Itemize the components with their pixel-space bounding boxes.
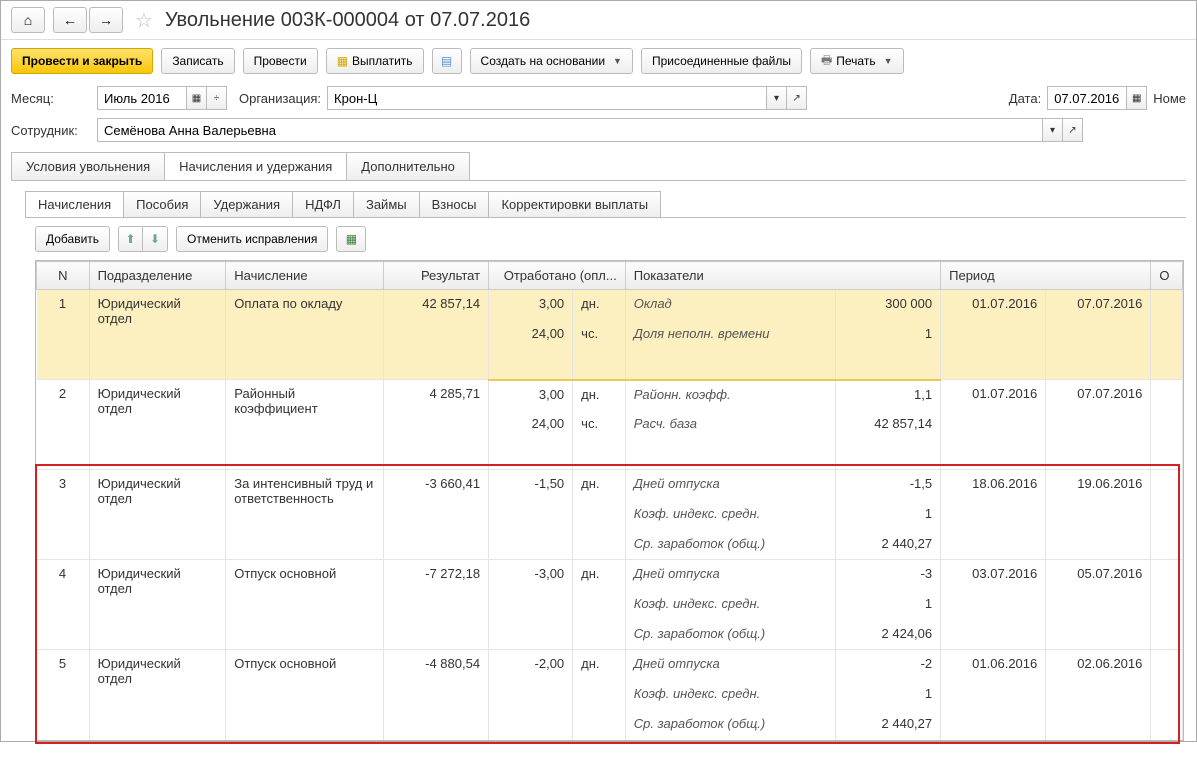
forward-button[interactable]: → bbox=[89, 7, 123, 33]
subtab-benefits[interactable]: Пособия bbox=[123, 191, 201, 217]
attachments-button[interactable]: Присоединенные файлы bbox=[641, 48, 802, 74]
org-label: Организация: bbox=[239, 91, 321, 106]
org-open-icon[interactable]: ↗ bbox=[787, 86, 807, 110]
date-label: Дата: bbox=[1009, 91, 1041, 106]
month-input[interactable] bbox=[97, 86, 187, 110]
org-dropdown-icon[interactable]: ▾ bbox=[767, 86, 787, 110]
subtab-payment-corrections[interactable]: Корректировки выплаты bbox=[488, 191, 661, 217]
home-button[interactable]: ⌂ bbox=[11, 7, 45, 33]
col-worked[interactable]: Отработано (опл... bbox=[489, 262, 626, 290]
number-label: Номе bbox=[1153, 91, 1186, 106]
employee-input[interactable] bbox=[97, 118, 1043, 142]
tab-dismissal-conditions[interactable]: Условия увольнения bbox=[11, 152, 165, 180]
employee-dropdown-icon[interactable]: ▾ bbox=[1043, 118, 1063, 142]
org-input[interactable] bbox=[327, 86, 767, 110]
tab-additional[interactable]: Дополнительно bbox=[346, 152, 470, 180]
subtab-deductions[interactable]: Удержания bbox=[200, 191, 293, 217]
cancel-corrections-button[interactable]: Отменить исправления bbox=[176, 226, 328, 252]
table-row[interactable]: 1Юридический отделОплата по окладу42 857… bbox=[37, 290, 1183, 320]
col-last[interactable]: О bbox=[1151, 262, 1183, 290]
page-title: Увольнение 003К-000004 от 07.07.2016 bbox=[165, 9, 530, 32]
print-button[interactable]: 🖶Печать▼ bbox=[810, 48, 904, 74]
month-picker-icon[interactable]: ▦ bbox=[187, 86, 207, 110]
main-tabs: Условия увольнения Начисления и удержани… bbox=[11, 152, 1186, 180]
table-row[interactable]: 5Юридический отделОтпуск основной-4 880,… bbox=[37, 650, 1183, 680]
tab-accruals-deductions[interactable]: Начисления и удержания bbox=[164, 152, 347, 180]
subtab-loans[interactable]: Займы bbox=[353, 191, 420, 217]
col-period[interactable]: Период bbox=[941, 262, 1151, 290]
col-department[interactable]: Подразделение bbox=[89, 262, 226, 290]
employee-label: Сотрудник: bbox=[11, 123, 91, 138]
show-details-button[interactable]: ▦ bbox=[336, 226, 366, 252]
create-based-button[interactable]: Создать на основании▼ bbox=[470, 48, 633, 74]
titlebar: ⌂ ← → ☆ Увольнение 003К-000004 от 07.07.… bbox=[1, 1, 1196, 40]
subtab-ndfl[interactable]: НДФЛ bbox=[292, 191, 354, 217]
sub-tabs: Начисления Пособия Удержания НДФЛ Займы … bbox=[25, 191, 1186, 217]
employee-open-icon[interactable]: ↗ bbox=[1063, 118, 1083, 142]
date-input[interactable] bbox=[1047, 86, 1127, 110]
col-result[interactable]: Результат bbox=[383, 262, 488, 290]
month-spinner-icon[interactable]: ÷ bbox=[207, 86, 227, 110]
move-down-button[interactable]: ⬇ bbox=[143, 227, 167, 251]
list-button[interactable]: ▤ bbox=[432, 48, 462, 74]
pay-button[interactable]: ▦Выплатить bbox=[326, 48, 424, 74]
table-row[interactable]: 4Юридический отделОтпуск основной-7 272,… bbox=[37, 560, 1183, 590]
col-accrual[interactable]: Начисление bbox=[226, 262, 384, 290]
post-button[interactable]: Провести bbox=[243, 48, 318, 74]
date-picker-icon[interactable]: ▦ bbox=[1127, 86, 1147, 110]
table-row[interactable]: 3Юридический отделЗа интенсивный труд и … bbox=[37, 470, 1183, 500]
main-toolbar: Провести и закрыть Записать Провести ▦Вы… bbox=[1, 40, 1196, 82]
month-label: Месяц: bbox=[11, 91, 91, 106]
back-button[interactable]: ← bbox=[53, 7, 87, 33]
accruals-table[interactable]: N Подразделение Начисление Результат Отр… bbox=[36, 261, 1183, 740]
post-close-button[interactable]: Провести и закрыть bbox=[11, 48, 153, 74]
favorite-icon[interactable]: ☆ bbox=[135, 8, 153, 33]
table-row[interactable]: 2Юридический отделРайонный коэффициент4 … bbox=[37, 380, 1183, 410]
add-button[interactable]: Добавить bbox=[35, 226, 110, 252]
move-up-button[interactable]: ⬆ bbox=[119, 227, 143, 251]
subtab-contributions[interactable]: Взносы bbox=[419, 191, 490, 217]
col-indicators[interactable]: Показатели bbox=[625, 262, 940, 290]
subtab-accruals[interactable]: Начисления bbox=[25, 191, 124, 217]
save-button[interactable]: Записать bbox=[161, 48, 234, 74]
col-n[interactable]: N bbox=[37, 262, 90, 290]
